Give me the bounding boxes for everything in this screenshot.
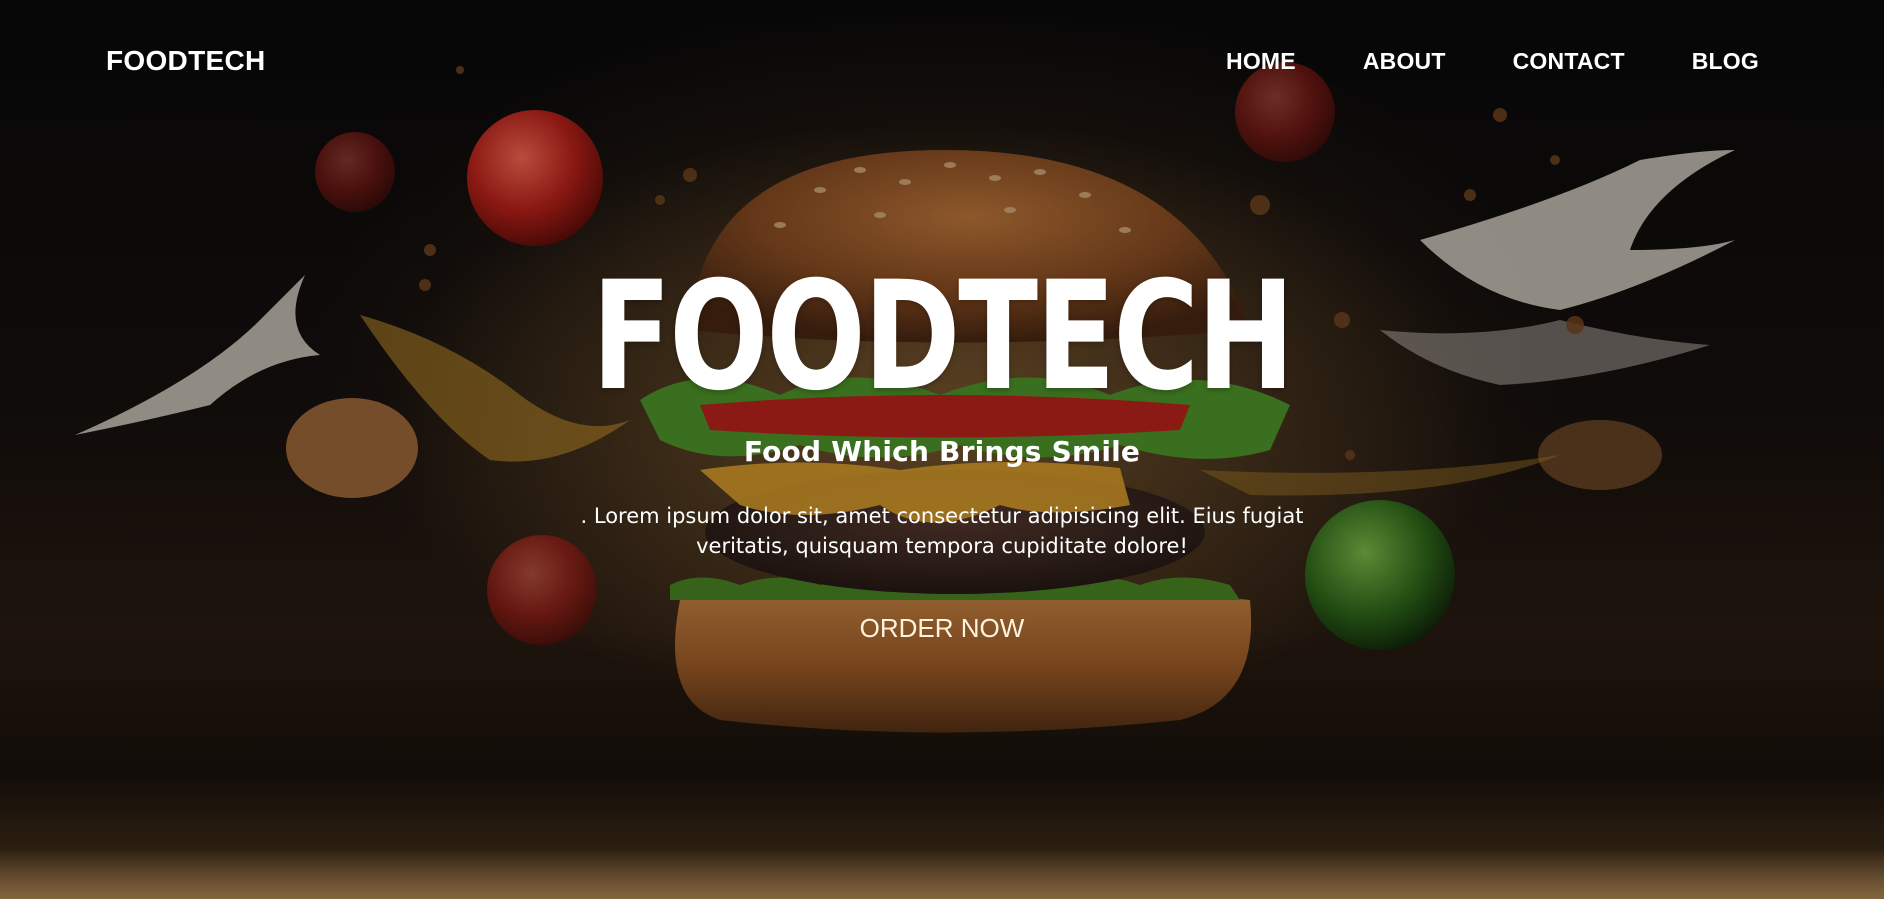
nav-links: HOME ABOUT CONTACT BLOG <box>1159 48 1759 75</box>
nav-item-blog: BLOG <box>1692 48 1759 75</box>
hero-title: FOODTECH <box>591 250 1295 424</box>
landing-page: FOODTECH HOME ABOUT CONTACT BLOG FOODTEC… <box>0 0 1884 899</box>
nav-link-blog[interactable]: BLOG <box>1692 48 1759 74</box>
hero-subtitle: Food Which Brings Smile <box>743 435 1141 468</box>
order-now-button[interactable]: ORDER NOW <box>842 606 1042 650</box>
nav-link-home[interactable]: HOME <box>1226 48 1296 74</box>
site-logo[interactable]: FOODTECH <box>106 45 266 77</box>
navbar: FOODTECH HOME ABOUT CONTACT BLOG <box>0 0 1884 120</box>
nav-item-home: HOME <box>1226 48 1296 75</box>
nav-link-about[interactable]: ABOUT <box>1363 48 1446 74</box>
nav-item-contact: CONTACT <box>1513 48 1625 75</box>
hero-section: FOODTECH Food Which Brings Smile . Lorem… <box>0 0 1884 899</box>
hero-description: . Lorem ipsum dolor sit, amet consectetu… <box>580 504 1304 558</box>
nav-link-contact[interactable]: CONTACT <box>1513 48 1625 74</box>
nav-item-about: ABOUT <box>1363 48 1446 75</box>
